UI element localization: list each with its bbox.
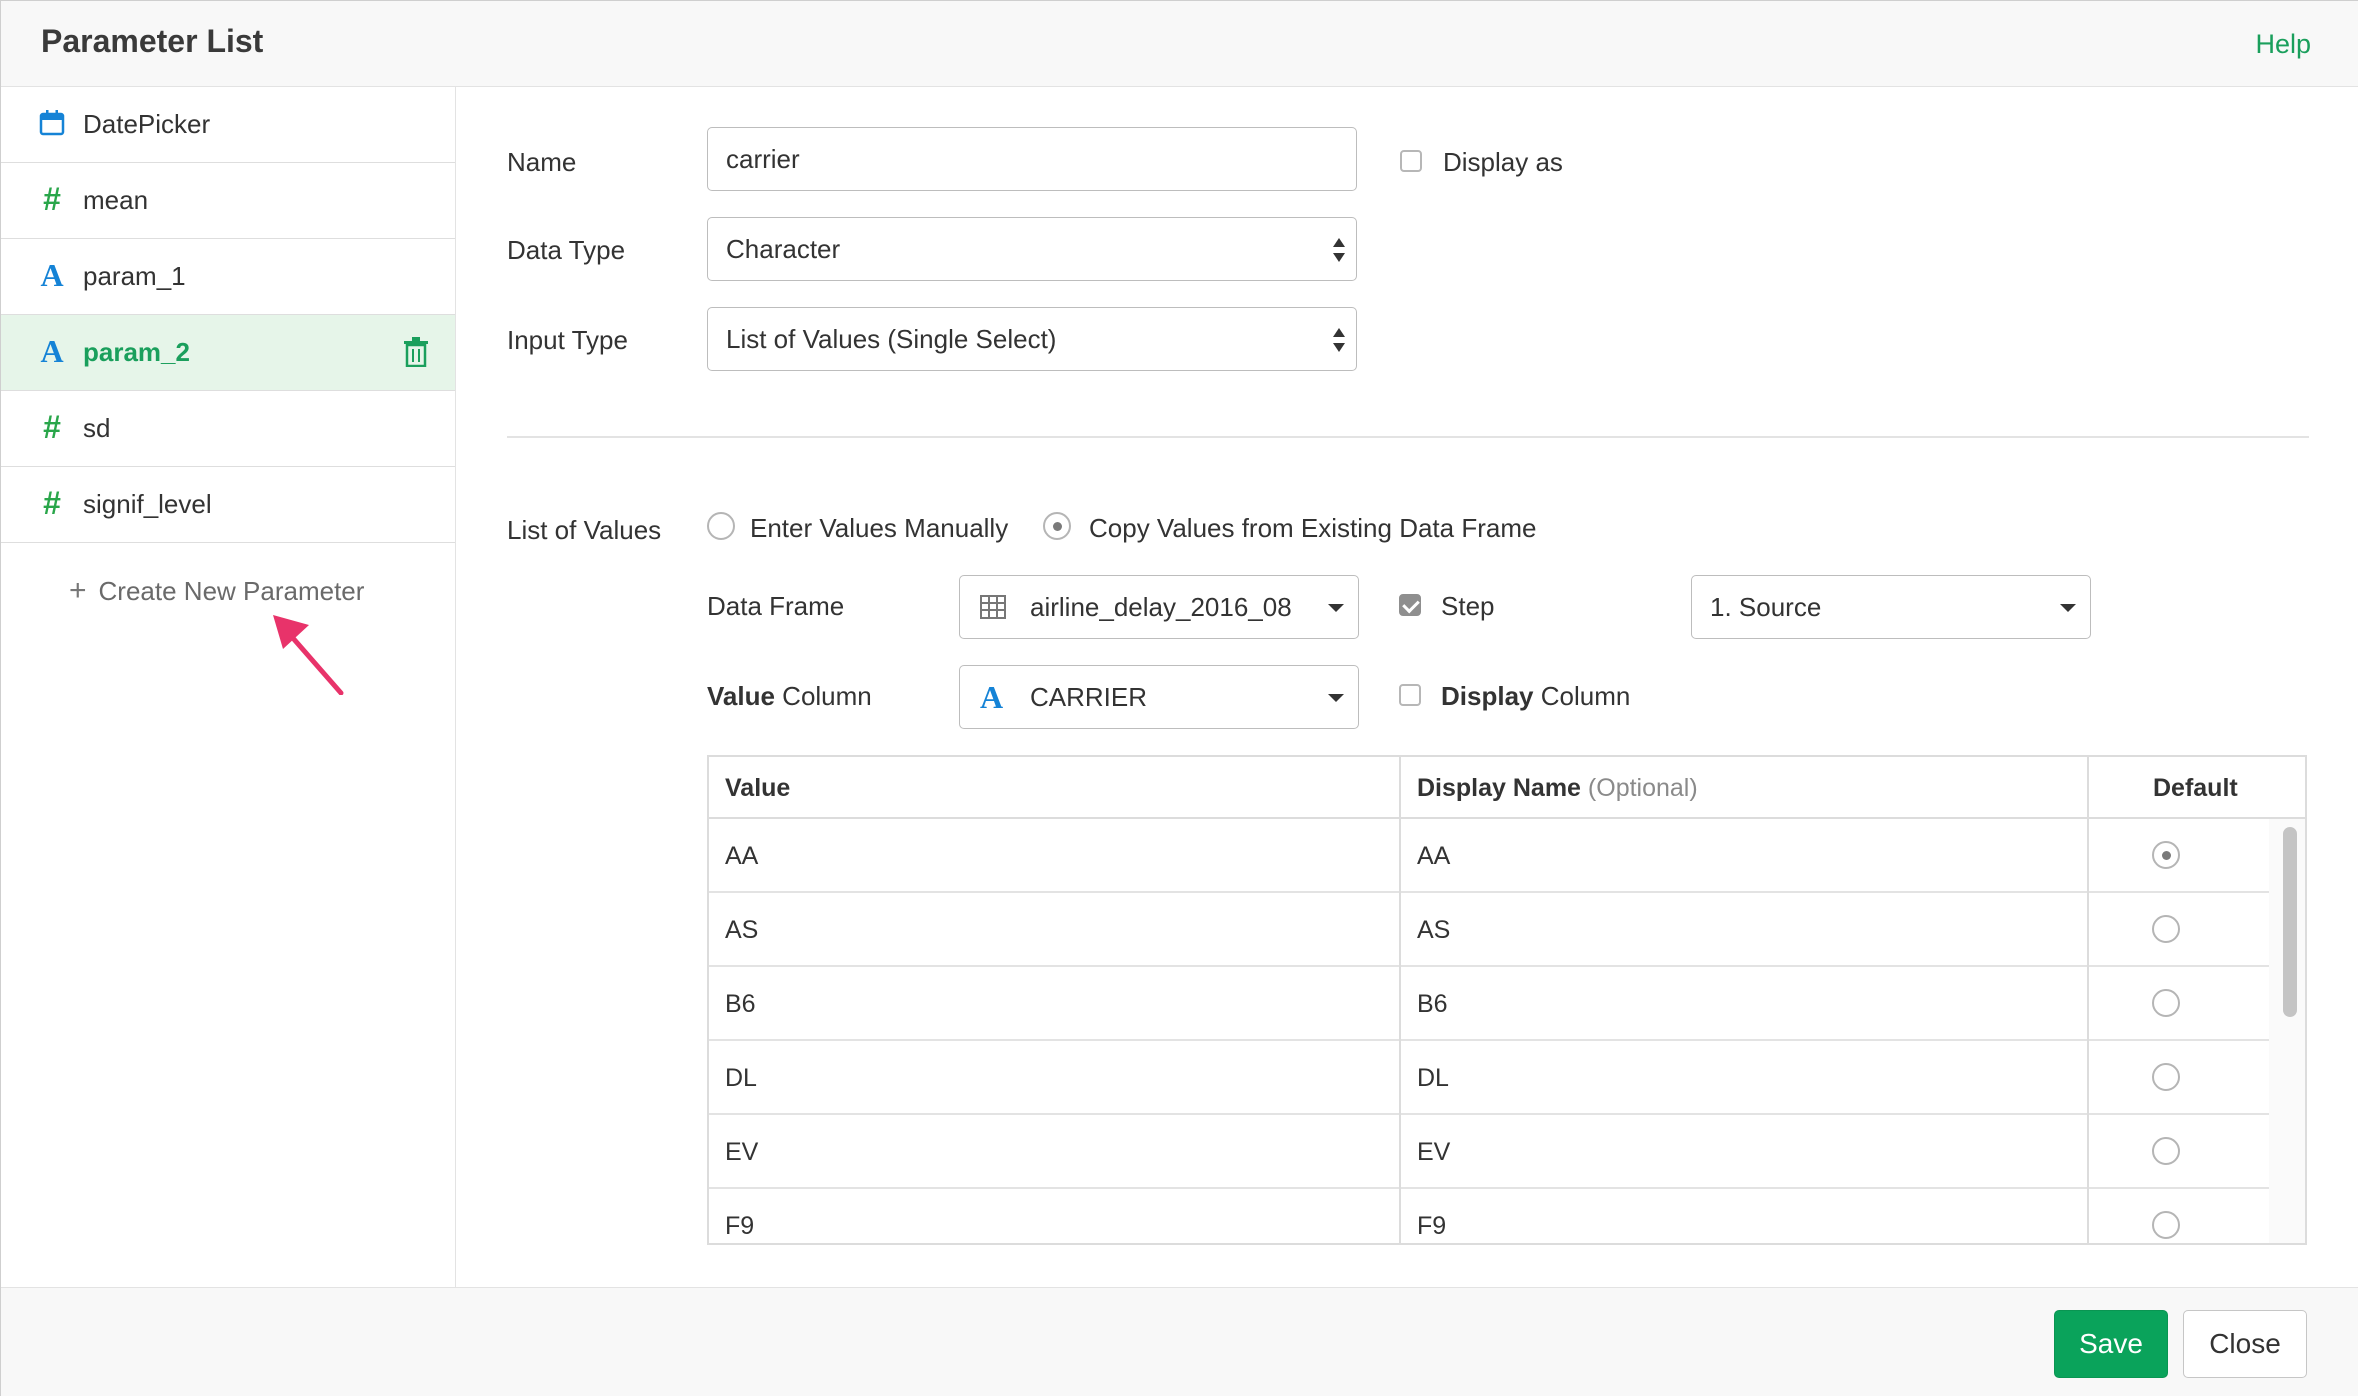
- input-type-value: List of Values (Single Select): [726, 324, 1057, 354]
- value-column-label: Value Column: [707, 681, 872, 711]
- display-name-cell[interactable]: EV: [1417, 1115, 1450, 1189]
- data-type-value: Character: [726, 234, 841, 264]
- value-column-value: CARRIER: [1030, 682, 1148, 712]
- display-as-label: Display as: [1443, 147, 1563, 177]
- sidebar-item-label: DatePicker: [83, 109, 211, 139]
- sidebar-item-label: sd: [83, 413, 111, 443]
- table-header: Value Display Name (Optional) Default: [709, 757, 2305, 819]
- calendar-icon: [37, 105, 67, 141]
- sidebar-item-label: mean: [83, 185, 149, 215]
- parameter-list-dialog: Parameter List Help DatePicker # mean A …: [0, 0, 2358, 1396]
- create-new-label: Create New Parameter: [98, 576, 365, 606]
- sidebar-item-label: param_2: [83, 337, 190, 367]
- parameter-editor: Name carrier Display as Data Type Charac…: [457, 87, 2358, 1287]
- create-new-parameter-button[interactable]: + Create New Parameter: [69, 574, 364, 608]
- display-as-checkbox[interactable]: [1400, 150, 1422, 172]
- list-of-values-label: List of Values: [507, 515, 662, 545]
- value-cell[interactable]: DL: [725, 1041, 757, 1115]
- copy-values-radio[interactable]: [1043, 512, 1071, 540]
- column-divider: [2087, 757, 2089, 1243]
- character-type-icon: A: [980, 679, 1004, 715]
- save-button[interactable]: Save: [2054, 1310, 2168, 1378]
- sidebar-item-sd[interactable]: # sd: [1, 391, 455, 467]
- name-label: Name: [507, 147, 577, 177]
- display-name-cell[interactable]: AS: [1417, 893, 1450, 967]
- display-name-cell[interactable]: DL: [1417, 1041, 1449, 1115]
- table-row: AA AA: [709, 819, 2273, 893]
- step-value: 1. Source: [1710, 592, 1822, 622]
- sidebar-item-label: signif_level: [83, 489, 212, 519]
- display-column-checkbox[interactable]: [1399, 684, 1421, 706]
- plus-icon: +: [69, 574, 87, 607]
- table-row: F9 F9: [709, 1189, 2273, 1243]
- table-scrollbar-thumb[interactable]: [2283, 827, 2297, 1017]
- chevron-down-icon: [1328, 604, 1344, 612]
- data-frame-select[interactable]: airline_delay_2016_08: [959, 575, 1359, 639]
- sidebar-item-param-1[interactable]: A param_1: [1, 239, 455, 315]
- default-radio[interactable]: [2152, 1137, 2180, 1165]
- dialog-title: Parameter List: [41, 23, 264, 59]
- character-type-icon: A: [40, 333, 64, 369]
- section-divider: [507, 436, 2309, 438]
- default-radio[interactable]: [2152, 989, 2180, 1017]
- updown-arrows-icon: [1333, 238, 1345, 262]
- number-type-icon: #: [43, 409, 61, 445]
- data-type-label: Data Type: [507, 235, 626, 265]
- name-input[interactable]: carrier: [707, 127, 1357, 191]
- value-cell[interactable]: AS: [725, 893, 758, 967]
- default-radio[interactable]: [2152, 841, 2180, 869]
- value-cell[interactable]: EV: [725, 1115, 758, 1189]
- chevron-down-icon: [2060, 604, 2076, 612]
- sidebar-item-label: param_1: [83, 261, 186, 291]
- table-icon: [980, 595, 1006, 619]
- display-name-cell[interactable]: B6: [1417, 967, 1448, 1041]
- sidebar-item-datepicker[interactable]: DatePicker: [1, 87, 455, 163]
- close-button[interactable]: Close: [2183, 1310, 2307, 1378]
- table-row: EV EV: [709, 1115, 2273, 1189]
- value-column-select[interactable]: A CARRIER: [959, 665, 1359, 729]
- dialog-header: Parameter List Help: [1, 1, 2358, 87]
- sidebar-item-param-2[interactable]: A param_2: [1, 315, 455, 391]
- default-radio[interactable]: [2152, 1063, 2180, 1091]
- step-select[interactable]: 1. Source: [1691, 575, 2091, 639]
- display-name-cell[interactable]: F9: [1417, 1189, 1446, 1243]
- values-table: Value Display Name (Optional) Default AA…: [707, 755, 2307, 1245]
- default-radio[interactable]: [2152, 1211, 2180, 1239]
- default-radio[interactable]: [2152, 915, 2180, 943]
- dialog-footer: Save Close: [1, 1287, 2358, 1396]
- input-type-select[interactable]: List of Values (Single Select): [707, 307, 1357, 371]
- data-frame-value: airline_delay_2016_08: [1030, 592, 1292, 622]
- table-row: B6 B6: [709, 967, 2273, 1041]
- number-type-icon: #: [43, 181, 61, 217]
- enter-values-manually-label: Enter Values Manually: [750, 513, 1009, 543]
- chevron-down-icon: [1328, 694, 1344, 702]
- copy-values-label: Copy Values from Existing Data Frame: [1089, 513, 1537, 543]
- column-header-default: Default: [2153, 774, 2238, 802]
- value-cell[interactable]: AA: [725, 819, 758, 893]
- help-link[interactable]: Help: [2255, 29, 2311, 60]
- value-cell[interactable]: F9: [725, 1189, 754, 1243]
- display-column-label: Display Column: [1441, 681, 1631, 711]
- enter-values-manually-radio[interactable]: [707, 512, 735, 540]
- table-row: DL DL: [709, 1041, 2273, 1115]
- data-type-select[interactable]: Character: [707, 217, 1357, 281]
- column-header-value: Value: [725, 774, 791, 802]
- display-name-cell[interactable]: AA: [1417, 819, 1450, 893]
- column-divider: [1399, 757, 1401, 1243]
- step-checkbox[interactable]: [1399, 594, 1421, 616]
- trash-icon[interactable]: [403, 337, 429, 368]
- data-frame-label: Data Frame: [707, 591, 845, 621]
- arrow-annotation-icon: [273, 615, 344, 695]
- value-cell[interactable]: B6: [725, 967, 756, 1041]
- number-type-icon: #: [43, 485, 61, 521]
- table-row: AS AS: [709, 893, 2273, 967]
- parameter-sidebar: DatePicker # mean A param_1 A param_2 # …: [1, 87, 456, 1287]
- input-type-label: Input Type: [507, 325, 628, 355]
- step-label: Step: [1441, 591, 1495, 621]
- column-header-display-name: Display Name (Optional): [1417, 774, 1698, 802]
- sidebar-item-signif-level[interactable]: # signif_level: [1, 467, 455, 543]
- sidebar-item-mean[interactable]: # mean: [1, 163, 455, 239]
- character-type-icon: A: [40, 257, 64, 293]
- updown-arrows-icon: [1333, 328, 1345, 352]
